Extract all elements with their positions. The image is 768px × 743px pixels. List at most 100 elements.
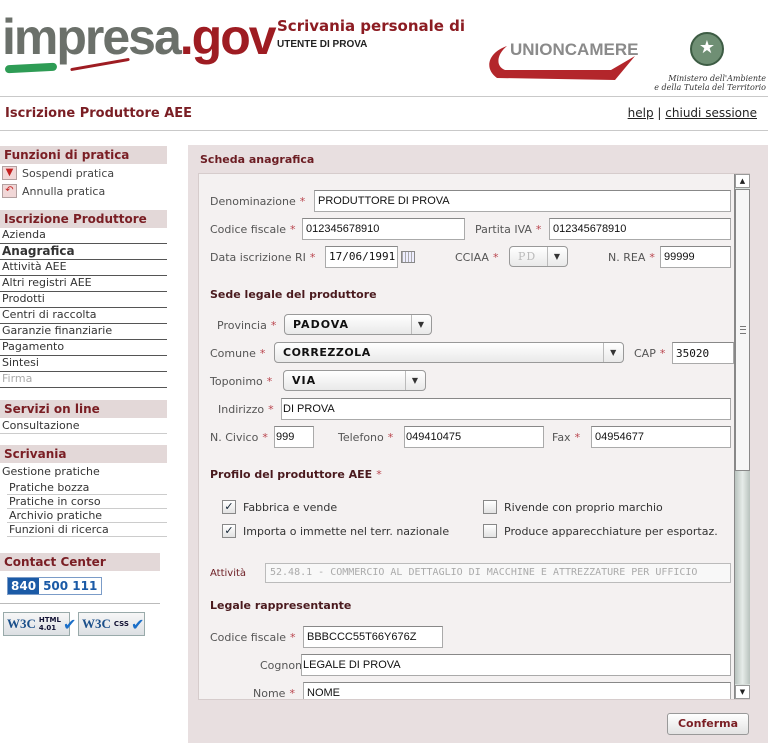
link-separator: | [657,106,662,120]
impresa-gov-logo[interactable]: impresa.gov [2,8,277,78]
contact-center-number: 840 500 111 [7,577,103,595]
provincia-select[interactable]: PADOVA ▼ [284,314,432,335]
annulla-pratica-link[interactable]: ↶ Annulla pratica [0,182,167,200]
sidebar-divider [0,603,160,604]
telefono-input[interactable]: 049410475 [404,426,544,448]
unioncamere-text: UNIONCAMERE [510,40,639,59]
civico-label: N. Civico * [210,431,268,444]
partita-iva-input[interactable]: 012345678910 [549,218,731,240]
scroll-up-arrow-icon[interactable]: ▲ [735,174,750,188]
logo-swoosh-green [4,62,58,74]
cap-input[interactable]: 35020 [672,342,734,364]
sidebar-item-archivio-pratiche[interactable]: Archivio pratiche [7,509,167,523]
panel-title: Scheda anagrafica [200,153,315,166]
data-iscrizione-input[interactable]: 17/06/1991 [325,246,398,268]
n-rea-input[interactable]: 99999 [660,246,731,268]
profilo-heading: Profilo del produttore AEE * [210,468,382,481]
importa-immette-label: Importa o immette nel terr. nazionale [243,525,450,538]
rivende-marchio-label: Rivende con proprio marchio [504,501,663,514]
legale-codice-fiscale-input[interactable]: BBBCCC55T66Y676Z [303,626,443,648]
nome-input[interactable]: NOME [303,682,731,699]
sidebar-heading-funzioni: Funzioni di pratica [0,146,167,164]
sede-legale-heading: Sede legale del produttore [210,288,377,301]
ministry-logo: ★ Ministero dell'Ambiente e della Tutela… [650,30,766,96]
fabbrica-vende-checkbox[interactable]: ✓ [222,500,236,514]
toponimo-label: Toponimo * [210,375,273,388]
annulla-pratica-label: Annulla pratica [22,184,106,198]
sidebar-item-pratiche-in-corso[interactable]: Pratiche in corso [7,495,167,509]
rivende-marchio-checkbox[interactable] [483,500,497,514]
fax-label: Fax * [552,431,581,444]
sidebar-heading-scrivania: Scrivania [0,445,167,463]
sidebar-heading-servizi: Servizi on line [0,400,167,418]
phone-prefix: 840 [8,578,40,594]
sidebar-item-attivita-aee[interactable]: Attività AEE [0,260,167,276]
sospendi-pratica-label: Sospendi pratica [22,166,115,180]
help-link[interactable]: help [628,106,654,120]
confirm-button[interactable]: Conferma [667,713,749,735]
logo-text-gov: .gov [179,9,277,65]
sidebar-item-consultazione[interactable]: Consultazione [0,418,167,434]
produce-esportazione-checkbox[interactable] [483,524,497,538]
legale-rappresentante-heading: Legale rappresentante [210,599,352,612]
page: impresa.gov Scrivania personale di UTENT… [0,0,768,743]
sidebar-item-firma: Firma [0,372,167,388]
chevron-down-icon: ▼ [547,247,567,266]
calendar-icon[interactable] [401,251,415,263]
cciaa-select: PD ▼ [509,246,568,267]
sidebar-heading-iscrizione: Iscrizione Produttore [0,210,167,228]
toponimo-select[interactable]: VIA ▼ [283,370,426,391]
telefono-label: Telefono * [338,431,394,444]
sidebar-item-pratiche-bozza[interactable]: Pratiche bozza [7,481,167,495]
undo-icon: ↶ [2,184,17,198]
w3c-badges: W3C HTML 4.01 ✔ W3C CSS ✔ [3,612,167,636]
scrollbar-thumb[interactable] [735,189,750,471]
gestione-pratiche-label: Gestione pratiche [2,465,100,478]
header-divider [0,96,768,97]
attivita-label: Attività [210,568,247,579]
scrivania-title: Scrivania personale di [277,17,466,35]
comune-select[interactable]: CORREZZOLA ▼ [274,342,624,363]
attivita-field: 52.48.1 - COMMERCIO AL DETTAGLIO DI MACC… [265,563,731,583]
sospendi-pratica-link[interactable]: ▼ Sospendi pratica [0,164,167,182]
page-title: Iscrizione Produttore AEE [5,106,193,121]
sidebar-item-sintesi[interactable]: Sintesi [0,356,167,372]
scheda-anagrafica-panel: Scheda anagrafica Denominazione * PRODUTT… [188,145,768,743]
chevron-down-icon: ▼ [411,315,431,334]
denominazione-input[interactable]: PRODUTTORE DI PROVA [314,190,731,212]
importa-immette-checkbox[interactable]: ✓ [222,524,236,538]
sidebar-item-funzioni-ricerca[interactable]: Funzioni di ricerca [7,523,167,537]
title-divider [0,130,768,131]
sidebar-item-prodotti[interactable]: Prodotti [0,292,167,308]
cciaa-label: CCIAA * [455,251,499,264]
indirizzo-label: Indirizzo * [218,403,274,416]
provincia-label: Provincia * [217,319,277,332]
logo-text-impresa: impresa [2,9,182,65]
sidebar-item-pagamento[interactable]: Pagamento [0,340,167,356]
codice-fiscale-input[interactable]: 012345678910 [302,218,465,240]
data-iscrizione-label: Data iscrizione RI * [210,251,316,264]
sidebar-item-altri-registri[interactable]: Altri registri AEE [0,276,167,292]
unioncamere-logo: UNIONCAMERE [485,38,639,86]
n-rea-label: N. REA * [608,251,655,264]
sidebar-item-anagrafica[interactable]: Anagrafica [0,244,167,260]
civico-input[interactable]: 999 [274,426,314,448]
logout-link[interactable]: chiudi sessione [665,106,757,120]
sidebar-item-centri-raccolta[interactable]: Centri di raccolta [0,308,167,324]
suspend-icon: ▼ [2,166,17,180]
w3c-html-badge[interactable]: W3C HTML 4.01 ✔ [3,612,76,636]
sidebar-item-garanzie[interactable]: Garanzie finanziarie [0,324,167,340]
w3c-css-badge[interactable]: W3C CSS ✔ [78,612,145,636]
produce-esportazione-label: Produce apparecchiature per esportaz. [504,525,718,538]
w3c-html-text: HTML 4.01 [38,616,61,632]
scroll-down-arrow-icon[interactable]: ▼ [735,685,750,699]
fax-input[interactable]: 04954677 [591,426,731,448]
form-scrollbar[interactable]: ▲ ▼ [734,174,750,699]
grip-icon [740,326,746,334]
scrollbar-track[interactable] [735,471,750,684]
cognome-input[interactable]: LEGALE DI PROVA [301,654,731,676]
sidebar-item-azienda[interactable]: Azienda [0,228,167,244]
checkmark-icon: ✔ [130,614,145,634]
indirizzo-input[interactable]: DI PROVA [281,398,731,420]
ministry-name: Ministero dell'Ambiente e della Tutela d… [650,74,766,92]
